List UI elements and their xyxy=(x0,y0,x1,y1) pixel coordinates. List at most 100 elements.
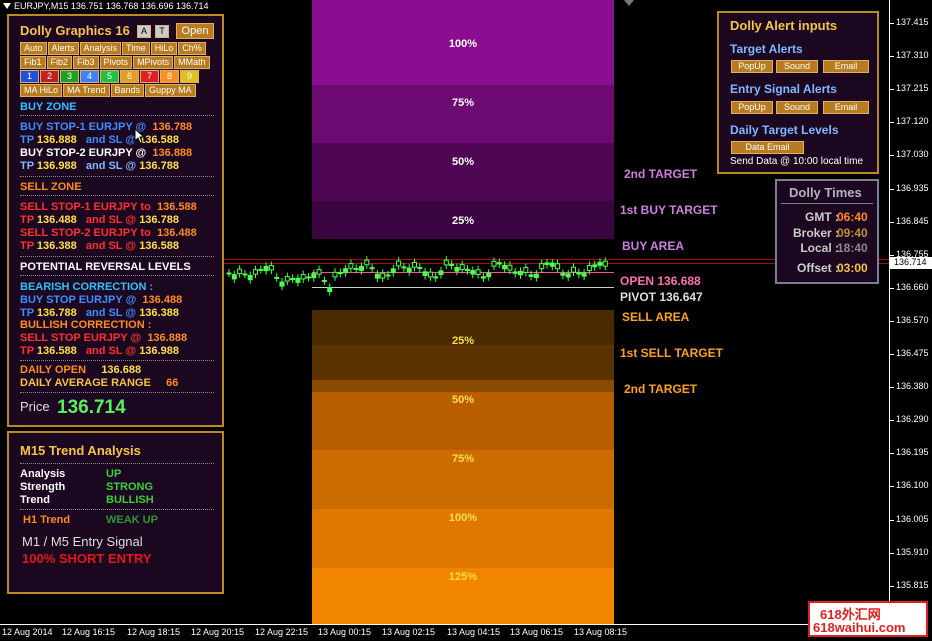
candle-body xyxy=(491,260,497,267)
buy-target1-label: 1st BUY TARGET xyxy=(620,203,718,217)
daily-open-value: 136.688 xyxy=(101,364,142,376)
fib3-button[interactable]: Fib3 xyxy=(73,56,99,69)
analysis-label: Analysis xyxy=(20,468,66,480)
sell-zone-heading: SELL ZONE xyxy=(20,181,82,193)
target2-top-label: 2nd TARGET xyxy=(624,167,698,181)
color-button-3[interactable]: 3 xyxy=(60,70,79,83)
sl-label: and SL @ xyxy=(85,240,137,252)
analysis-value: UP xyxy=(106,468,122,480)
sell-stop1-text: SELL STOP-1 EURJPY to xyxy=(20,201,151,213)
time-axis-label: 13 Aug 02:15 xyxy=(382,627,436,637)
button-t[interactable]: T xyxy=(155,25,169,38)
price-axis-tick xyxy=(890,122,894,124)
candle-body xyxy=(597,261,603,266)
mpivots-button[interactable]: MPivots xyxy=(133,56,174,69)
tp-value: 136.788 xyxy=(36,307,77,319)
price-label: Price xyxy=(20,399,50,414)
ma-trend-button[interactable]: MA Trend xyxy=(63,84,110,97)
guppy-ma-button[interactable]: Guppy MA xyxy=(145,84,196,97)
entry-email-button[interactable]: Email xyxy=(823,101,869,114)
button-row-2: Fib1 Fib2 Fib3 Pivots MPivots MMath xyxy=(20,56,211,69)
fib1-button[interactable]: Fib1 xyxy=(20,56,46,69)
sell-band-50-label: 50% xyxy=(451,394,475,406)
price-axis-tick xyxy=(890,89,894,91)
buy-band-75-label: 75% xyxy=(451,97,475,109)
candle-body xyxy=(290,277,296,280)
button-a[interactable]: A xyxy=(137,25,151,38)
price-axis-tick xyxy=(890,453,894,455)
sell-band-50: 50% xyxy=(312,392,614,450)
target-email-button[interactable]: Email xyxy=(823,60,869,73)
entry-sound-button[interactable]: Sound xyxy=(776,101,818,114)
alerts-button[interactable]: Alerts xyxy=(47,42,79,55)
candle-body xyxy=(528,274,534,277)
price-axis-label: 137.215 xyxy=(896,83,929,94)
price-axis-tick xyxy=(890,188,894,190)
candle-body xyxy=(438,270,444,276)
trend-panel-title: M15 Trend Analysis xyxy=(20,443,141,458)
candle-body xyxy=(253,269,258,275)
sl-value: 136.588 xyxy=(139,240,179,252)
candle-body xyxy=(226,272,232,275)
collapse-icon[interactable] xyxy=(3,3,11,9)
price-axis-tick xyxy=(890,23,894,24)
bull-tp-row: TP 136.588 and SL @ 136.988 xyxy=(20,345,179,358)
hilo-button[interactable]: HiLo xyxy=(150,42,178,55)
price-axis-tick xyxy=(890,486,894,488)
candle-body xyxy=(422,271,428,277)
candle-body xyxy=(486,272,492,278)
alert-panel-title: Dolly Alert inputs xyxy=(730,18,838,33)
candle-body xyxy=(555,263,561,270)
price-axis-label: 136.935 xyxy=(896,182,929,193)
price-axis-tick xyxy=(890,254,894,256)
buy-band-100-label: 100% xyxy=(448,38,478,50)
price-axis-tick xyxy=(890,287,894,289)
auto-button[interactable]: Auto xyxy=(20,42,47,55)
analysis-button[interactable]: Analysis xyxy=(79,42,122,55)
time-axis-label: 13 Aug 00:15 xyxy=(318,627,372,637)
data-email-button[interactable]: Data Email xyxy=(731,141,804,154)
offset-label: Offset : xyxy=(797,261,839,275)
bullish-heading: BULLISH CORRECTION : xyxy=(20,319,152,331)
color-button-2[interactable]: 2 xyxy=(40,70,59,83)
sl-value: 136.788 xyxy=(139,160,179,172)
time-axis xyxy=(0,624,890,625)
daily-levels-heading: Daily Target Levels xyxy=(730,123,839,137)
open-button[interactable]: Open xyxy=(176,23,214,39)
ch-percent-button[interactable]: Ch% xyxy=(178,42,206,55)
candle-body xyxy=(337,272,343,275)
buy-band-50-label: 50% xyxy=(451,156,475,168)
divider xyxy=(20,256,214,257)
sell-area-label: SELL AREA xyxy=(622,310,690,324)
bands-button[interactable]: Bands xyxy=(110,84,145,97)
number-button-row: 123456789 xyxy=(20,70,200,83)
color-button-5[interactable]: 5 xyxy=(100,70,119,83)
pivots-button[interactable]: Pivots xyxy=(99,56,133,69)
color-button-8[interactable]: 8 xyxy=(160,70,179,83)
candle-body xyxy=(449,263,455,267)
color-button-4[interactable]: 4 xyxy=(80,70,99,83)
strength-label: Strength xyxy=(20,481,66,493)
color-button-7[interactable]: 7 xyxy=(140,70,159,83)
buy-stop1-text: BUY STOP-1 EURJPY @ xyxy=(20,121,147,133)
sl-label: and SL @ xyxy=(85,307,137,319)
candle-body xyxy=(295,277,301,283)
mmath-button[interactable]: MMath xyxy=(174,56,210,69)
pivot-label: PIVOT 136.647 xyxy=(620,290,703,304)
target-sound-button[interactable]: Sound xyxy=(776,60,818,73)
target-popup-button[interactable]: PopUp xyxy=(731,60,773,73)
fib2-button[interactable]: Fib2 xyxy=(46,56,73,69)
price-axis-label: 136.570 xyxy=(896,314,929,325)
ma-hilo-button[interactable]: MA HiLo xyxy=(20,84,63,97)
entry-alerts-heading: Entry Signal Alerts xyxy=(730,82,837,96)
time-button[interactable]: Time xyxy=(122,42,150,55)
candle-body xyxy=(496,262,502,265)
color-button-9[interactable]: 9 xyxy=(180,70,199,83)
entry-popup-button[interactable]: PopUp xyxy=(731,101,773,114)
sell-tp1-row: TP 136.488 and SL @ 136.788 xyxy=(20,214,179,227)
alert-inputs-panel: Dolly Alert inputs Target Alerts PopUp S… xyxy=(717,11,879,174)
color-button-6[interactable]: 6 xyxy=(120,70,139,83)
h1-trend-value: WEAK UP xyxy=(106,514,158,526)
color-button-1[interactable]: 1 xyxy=(20,70,39,83)
candle-body xyxy=(364,259,370,266)
